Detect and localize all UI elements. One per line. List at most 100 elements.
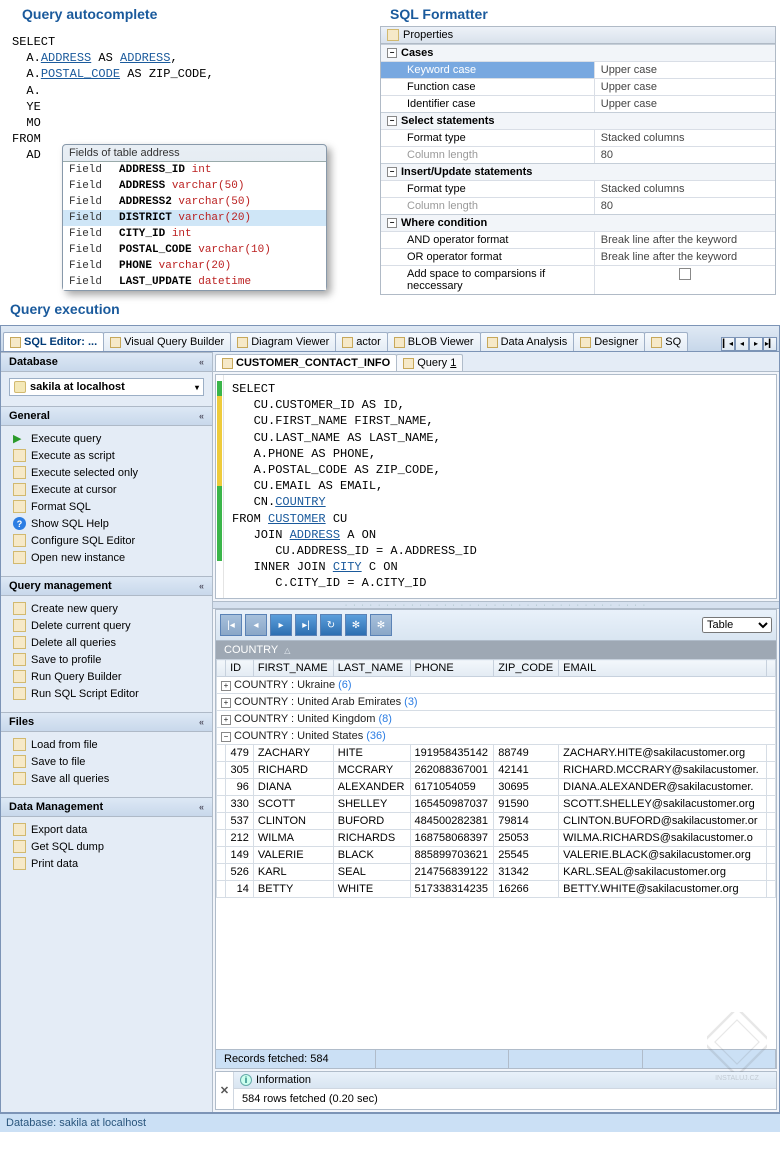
sql-text[interactable]: SELECT CU.CUSTOMER_ID AS ID, CU.FIRST_NA…	[224, 375, 485, 598]
table-row[interactable]: 212WILMARICHARDS16875806839725053WILMA.R…	[217, 830, 776, 847]
sidebar-item[interactable]: Format SQL	[1, 498, 212, 515]
top-tab[interactable]: SQ	[644, 332, 688, 351]
category-header[interactable]: −Insert/Update statements	[381, 164, 775, 180]
nav-next-button[interactable]: ▸	[270, 614, 292, 636]
group-row[interactable]: +COUNTRY : Ukraine (6)	[217, 677, 776, 694]
autocomplete-field[interactable]: FieldCITY_ID int	[63, 226, 326, 242]
autocomplete-field[interactable]: FieldPOSTAL_CODE varchar(10)	[63, 242, 326, 258]
property-row[interactable]: Keyword caseUpper case	[381, 61, 775, 78]
table-row[interactable]: 14BETTYWHITE51733831423516266BETTY.WHITE…	[217, 881, 776, 898]
sidebar-item[interactable]: Print data	[1, 855, 212, 872]
top-tab[interactable]: Diagram Viewer	[230, 332, 336, 351]
category-header[interactable]: −Select statements	[381, 113, 775, 129]
column-header[interactable]	[217, 660, 226, 677]
top-tab[interactable]: BLOB Viewer	[387, 332, 481, 351]
inner-tab[interactable]: CUSTOMER_CONTACT_INFO	[215, 354, 397, 371]
top-tab[interactable]: actor	[335, 332, 387, 351]
group-row[interactable]: −COUNTRY : United States (36)	[217, 728, 776, 745]
top-tab[interactable]: Data Analysis	[480, 332, 575, 351]
column-header[interactable]: EMAIL	[559, 660, 767, 677]
group-row[interactable]: +COUNTRY : United Arab Emirates (3)	[217, 694, 776, 711]
column-header[interactable]: PHONE	[410, 660, 494, 677]
sidebar-item[interactable]: Open new instance	[1, 549, 212, 566]
sidebar-item[interactable]: ▶Execute query	[1, 430, 212, 447]
sidebar-item[interactable]: Run SQL Script Editor	[1, 685, 212, 702]
sidebar-item[interactable]: Execute selected only	[1, 464, 212, 481]
sidebar-item[interactable]: Save all queries	[1, 770, 212, 787]
property-row[interactable]: Format typeStacked columns	[381, 180, 775, 197]
sidebar-item[interactable]: Configure SQL Editor	[1, 532, 212, 549]
column-header[interactable]: ID	[226, 660, 254, 677]
collapse-icon[interactable]: −	[387, 218, 397, 228]
table-row[interactable]: 305RICHARDMCCRARY26208836700142141RICHAR…	[217, 762, 776, 779]
sidebar-group[interactable]: Query management«	[1, 576, 212, 596]
nav-first-button[interactable]: |◂	[220, 614, 242, 636]
table-row[interactable]: 526KARLSEAL21475683912231342KARL.SEAL@sa…	[217, 864, 776, 881]
sidebar-item[interactable]: Save to profile	[1, 651, 212, 668]
top-tab[interactable]: Designer	[573, 332, 645, 351]
column-header[interactable]: ZIP_CODE	[494, 660, 559, 677]
top-tab[interactable]: SQL Editor: ...	[3, 332, 104, 351]
column-header[interactable]: FIRST_NAME	[253, 660, 333, 677]
delete-row-button[interactable]: ✻	[370, 614, 392, 636]
sidebar-item[interactable]: Delete all queries	[1, 634, 212, 651]
group-bar[interactable]: COUNTRY △	[216, 641, 776, 659]
sidebar-item[interactable]: Run Query Builder	[1, 668, 212, 685]
category-header[interactable]: −Cases	[381, 45, 775, 61]
database-selector[interactable]: sakila at localhost ▾	[9, 378, 204, 396]
column-header[interactable]: LAST_NAME	[333, 660, 410, 677]
sidebar-item[interactable]: Export data	[1, 821, 212, 838]
property-row[interactable]: Format typeStacked columns	[381, 129, 775, 146]
info-close-button[interactable]: ✕	[216, 1072, 234, 1109]
sidebar-item[interactable]: Execute as script	[1, 447, 212, 464]
table-row[interactable]: 149VALERIEBLACK88589970362125545VALERIE.…	[217, 847, 776, 864]
sidebar-item[interactable]: ?Show SQL Help	[1, 515, 212, 532]
table-row[interactable]: 479ZACHARYHITE19195843514288749ZACHARY.H…	[217, 745, 776, 762]
collapse-icon[interactable]: −	[387, 48, 397, 58]
table-row[interactable]: 537CLINTONBUFORD48450028238179814CLINTON…	[217, 813, 776, 830]
sidebar-group[interactable]: General«	[1, 406, 212, 426]
sidebar-item[interactable]: Save to file	[1, 753, 212, 770]
property-row[interactable]: Column length80	[381, 146, 775, 163]
data-grid[interactable]: IDFIRST_NAMELAST_NAMEPHONEZIP_CODEEMAIL+…	[216, 659, 776, 1049]
collapse-icon[interactable]: −	[387, 116, 397, 126]
add-row-button[interactable]: ✻	[345, 614, 367, 636]
property-row[interactable]: AND operator formatBreak line after the …	[381, 231, 775, 248]
table-row[interactable]: 96DIANAALEXANDER617105405930695DIANA.ALE…	[217, 779, 776, 796]
autocomplete-field[interactable]: FieldADDRESS_ID int	[63, 162, 326, 178]
inner-tab[interactable]: Query 1	[396, 354, 463, 371]
refresh-button[interactable]: ↻	[320, 614, 342, 636]
top-tab[interactable]: Visual Query Builder	[103, 332, 231, 351]
property-row[interactable]: Column length80	[381, 197, 775, 214]
splitter[interactable]: · · · · · · · · · · · · · · · · · · · · …	[213, 601, 779, 609]
autocomplete-field[interactable]: FieldDISTRICT varchar(20)	[63, 210, 326, 226]
property-row[interactable]: Identifier caseUpper case	[381, 95, 775, 112]
autocomplete-field[interactable]: FieldADDRESS2 varchar(50)	[63, 194, 326, 210]
sidebar-item[interactable]: Create new query	[1, 600, 212, 617]
property-row[interactable]: OR operator formatBreak line after the k…	[381, 248, 775, 265]
sidebar-item[interactable]: Get SQL dump	[1, 838, 212, 855]
tab-scroll-right[interactable]: ▸	[749, 337, 763, 351]
tab-scroll-left[interactable]: ◂	[735, 337, 749, 351]
autocomplete-field[interactable]: FieldLAST_UPDATE datetime	[63, 274, 326, 290]
sidebar-item[interactable]: Load from file	[1, 736, 212, 753]
sidebar-group[interactable]: Data Management«	[1, 797, 212, 817]
tab-scroll-last[interactable]: ▸▎	[763, 337, 777, 351]
autocomplete-field[interactable]: FieldPHONE varchar(20)	[63, 258, 326, 274]
view-mode-selector[interactable]: Table	[702, 617, 772, 633]
collapse-icon[interactable]: −	[387, 167, 397, 177]
tab-scroll-first[interactable]: ▎◂	[721, 337, 735, 351]
nav-last-button[interactable]: ▸|	[295, 614, 317, 636]
table-row[interactable]: 330SCOTTSHELLEY16545098703791590SCOTT.SH…	[217, 796, 776, 813]
property-row[interactable]: Add space to comparsions if neccessary	[381, 265, 775, 294]
sql-editor[interactable]: SELECT CU.CUSTOMER_ID AS ID, CU.FIRST_NA…	[215, 374, 777, 599]
group-row[interactable]: +COUNTRY : United Kingdom (8)	[217, 711, 776, 728]
checkbox[interactable]	[679, 268, 691, 280]
autocomplete-popup[interactable]: Fields of table address FieldADDRESS_ID …	[62, 144, 327, 291]
sidebar-item[interactable]: Execute at cursor	[1, 481, 212, 498]
view-mode-select[interactable]: Table	[702, 617, 772, 633]
sidebar-group[interactable]: Files«	[1, 712, 212, 732]
sidebar-group-database[interactable]: Database «	[1, 352, 212, 372]
sidebar-item[interactable]: Delete current query	[1, 617, 212, 634]
category-header[interactable]: −Where condition	[381, 215, 775, 231]
